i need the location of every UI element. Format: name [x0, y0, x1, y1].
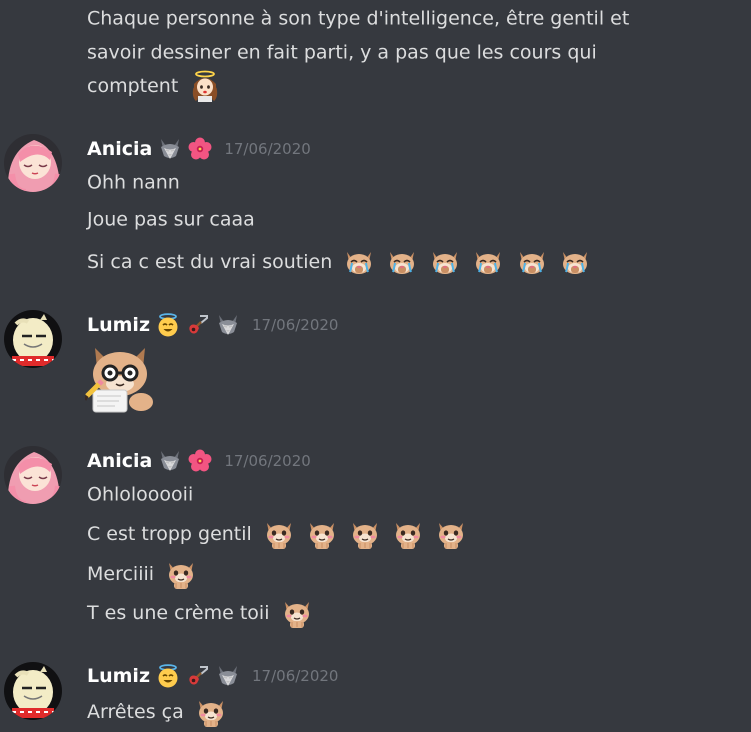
avatar-image	[4, 662, 62, 720]
message-line: Si ca c est du vrai soutien	[87, 246, 591, 278]
message-text: Si ca c est du vrai soutien	[87, 251, 333, 273]
message-line: T es une crème toii	[87, 597, 313, 629]
timestamp: 17/06/2020	[224, 140, 311, 158]
message-header: Anicia 17/06/2020	[87, 135, 311, 163]
message-line: Arrêtes ça	[87, 696, 227, 728]
message-text: Chaque personne à son type d'intelligenc…	[87, 7, 630, 30]
avatar[interactable]	[4, 662, 62, 720]
wolf-icon	[216, 664, 240, 688]
username[interactable]: Lumiz	[87, 314, 150, 336]
avatar[interactable]	[4, 310, 62, 368]
blushing-cat-icon[interactable]	[435, 518, 467, 550]
blushing-cat-icon[interactable]	[306, 518, 338, 550]
halo-smile-icon	[156, 664, 180, 688]
angel-girl-icon[interactable]	[189, 70, 221, 102]
message-line: C est tropp gentil	[87, 518, 467, 550]
chat-messages: Chaque personne à son type d'intelligenc…	[0, 0, 751, 732]
message-text: Joue pas sur caaa	[87, 208, 255, 231]
crying-cat-icon[interactable]	[472, 246, 504, 278]
username[interactable]: Anicia	[87, 138, 152, 160]
blushing-cat-icon[interactable]	[349, 518, 381, 550]
message-text: Ohh nann	[87, 171, 180, 194]
message-text: Merciiii	[87, 563, 155, 585]
avatar-image	[4, 310, 62, 368]
message-line: savoir dessiner en fait parti, y a pas q…	[87, 40, 597, 65]
message-header: Lumiz 17/06/2020	[87, 311, 338, 339]
timestamp: 17/06/2020	[252, 667, 339, 685]
guitar-icon	[186, 313, 210, 337]
avatar-image	[4, 134, 62, 192]
wolf-icon	[158, 137, 182, 161]
wolf-icon	[216, 313, 240, 337]
message-text: T es une crème toii	[87, 602, 270, 624]
message-text: savoir dessiner en fait parti, y a pas q…	[87, 41, 597, 64]
guitar-icon	[186, 664, 210, 688]
blushing-cat-icon[interactable]	[281, 597, 313, 629]
avatar-image	[4, 446, 62, 504]
message-line: Ohlolooooii	[87, 482, 193, 507]
blushing-cat-icon[interactable]	[165, 558, 197, 590]
message-line: Chaque personne à son type d'intelligenc…	[87, 6, 629, 31]
crying-cat-icon[interactable]	[386, 246, 418, 278]
halo-smile-icon	[156, 313, 180, 337]
message-text: comptent	[87, 75, 179, 97]
hibiscus-icon	[188, 137, 212, 161]
message-text: C est tropp gentil	[87, 523, 252, 545]
crying-cat-icon[interactable]	[429, 246, 461, 278]
message-line: Joue pas sur caaa	[87, 207, 255, 232]
message-header: Anicia 17/06/2020	[87, 447, 311, 475]
message-line: Ohh nann	[87, 170, 180, 195]
username[interactable]: Lumiz	[87, 665, 150, 687]
avatar[interactable]	[4, 134, 62, 192]
message-line: comptent	[87, 70, 221, 102]
message-text: Ohlolooooii	[87, 483, 194, 506]
crying-cat-icon[interactable]	[516, 246, 548, 278]
reading-cat-sticker[interactable]	[85, 340, 159, 414]
timestamp: 17/06/2020	[224, 452, 311, 470]
message-line: Merciiii	[87, 558, 197, 590]
message-header: Lumiz 17/06/2020	[87, 662, 338, 690]
hibiscus-icon	[188, 449, 212, 473]
timestamp: 17/06/2020	[252, 316, 339, 334]
username[interactable]: Anicia	[87, 450, 152, 472]
blushing-cat-icon[interactable]	[195, 696, 227, 728]
wolf-icon	[158, 449, 182, 473]
crying-cat-icon[interactable]	[343, 246, 375, 278]
blushing-cat-icon[interactable]	[392, 518, 424, 550]
message-text: Arrêtes ça	[87, 701, 184, 723]
avatar[interactable]	[4, 446, 62, 504]
blushing-cat-icon[interactable]	[263, 518, 295, 550]
crying-cat-icon[interactable]	[559, 246, 591, 278]
